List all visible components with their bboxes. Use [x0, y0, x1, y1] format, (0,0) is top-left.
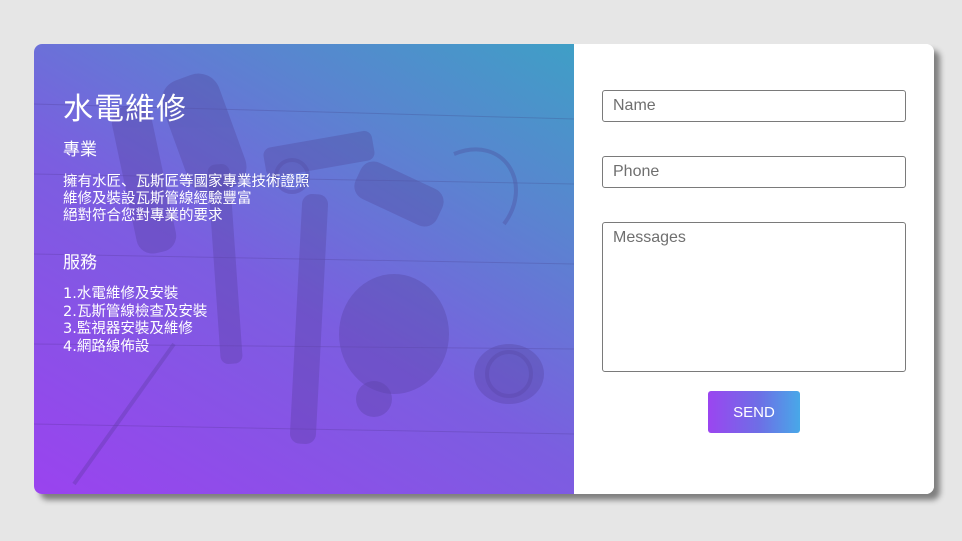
services-heading: 服務	[63, 253, 97, 273]
send-button[interactable]: SEND	[708, 391, 800, 433]
phone-input[interactable]	[602, 156, 906, 188]
description-line: 絕對符合您對專業的要求	[63, 208, 223, 224]
hero-panel: 水電維修 專業 擁有水匠、瓦斯匠等國家專業技術證照 維修及裝設瓦斯管線經驗豐富 …	[34, 44, 574, 494]
service-item: 2.瓦斯管線檢查及安裝	[63, 303, 208, 320]
service-item: 3.監視器安裝及維修	[63, 321, 193, 337]
description-line: 維修及裝設瓦斯管線經驗豐富	[63, 191, 252, 207]
hero-text: 水電維修 專業 擁有水匠、瓦斯匠等國家專業技術證照 維修及裝設瓦斯管線經驗豐富 …	[63, 90, 310, 356]
professional-heading: 專業	[63, 140, 97, 160]
page-title: 水電維修	[63, 92, 187, 127]
services-list: 1.水電維修及安裝 2.瓦斯管線檢查及安裝 3.監視器安裝及維修 4.網路線佈設	[63, 286, 310, 356]
contact-form: SEND	[574, 44, 934, 494]
message-textarea[interactable]	[602, 222, 906, 372]
contact-card: 水電維修 專業 擁有水匠、瓦斯匠等國家專業技術證照 維修及裝設瓦斯管線經驗豐富 …	[34, 44, 934, 494]
description-line: 擁有水匠、瓦斯匠等國家專業技術證照	[63, 174, 310, 190]
service-item: 4.網路線佈設	[63, 338, 150, 355]
service-item: 1.水電維修及安裝	[63, 286, 179, 302]
professional-description: 擁有水匠、瓦斯匠等國家專業技術證照 維修及裝設瓦斯管線經驗豐富 絕對符合您對專業…	[63, 174, 310, 225]
name-input[interactable]	[602, 90, 906, 122]
